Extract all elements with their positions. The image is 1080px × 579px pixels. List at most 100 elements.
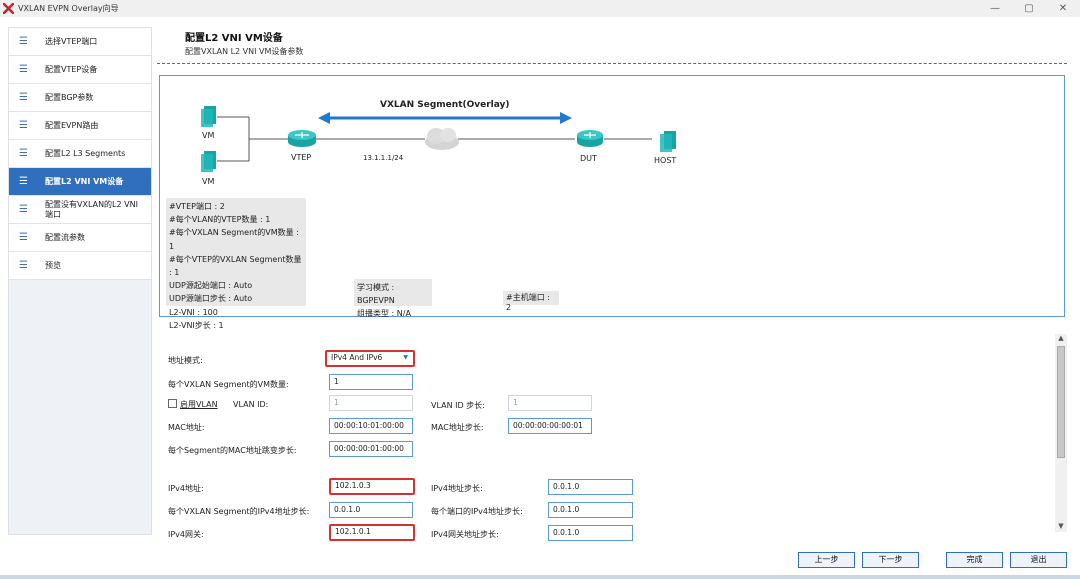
info-line: L2-VNI : 100 xyxy=(169,307,218,317)
gateway-label: IPv4网关: xyxy=(168,530,204,539)
close-button[interactable]: ✕ xyxy=(1046,0,1080,17)
list-icon: ☰ xyxy=(19,36,28,47)
gateway-field[interactable]: 102.1.0.1 xyxy=(329,524,415,541)
port-ipv4-step-label: 每个端口的IPv4地址步长: xyxy=(431,507,523,516)
step-label: 配置VTEP设备 xyxy=(45,64,98,74)
step-label: 配置L2 VNI VM设备 xyxy=(45,176,124,186)
info-line: L2-VNI步长 : 1 xyxy=(169,320,224,330)
list-icon: ☰ xyxy=(19,176,28,187)
page-subtitle: 配置VXLAN L2 VNI VM设备参数 xyxy=(185,47,304,56)
list-icon: ☰ xyxy=(19,92,28,103)
step-label: 配置流参数 xyxy=(45,232,85,242)
mac-step-field[interactable]: 00:00:00:00:00:01 xyxy=(508,418,592,434)
enable-vlan-checkbox[interactable] xyxy=(168,399,177,408)
vtep-router-icon xyxy=(288,130,316,147)
prev-button[interactable]: 上一步 xyxy=(798,552,855,568)
seg-mac-step-label: 每个Segment的MAC地址跳变步长: xyxy=(168,446,297,455)
seg-mac-step-field[interactable]: 00:00:00:01:00:00 xyxy=(329,441,413,457)
step-label: 配置BGP参数 xyxy=(45,92,94,102)
app-logo-icon xyxy=(2,2,15,15)
step-config-evpn-routes[interactable]: ☰ 配置EVPN路由 xyxy=(9,112,151,140)
step-label: 选择VTEP端口 xyxy=(45,36,98,46)
list-icon: ☰ xyxy=(19,232,28,243)
host-ports: #主机端口 : 2 xyxy=(506,293,550,312)
host-label: HOST xyxy=(654,156,677,165)
step-config-l2-l3-segments[interactable]: ☰ 配置L2 L3 Segments xyxy=(9,140,151,168)
address-mode-select[interactable]: IPv4 And IPv6 ▼ xyxy=(325,350,415,367)
step-config-l2-vni-vm[interactable]: ☰ 配置L2 VNI VM设备 xyxy=(9,168,151,196)
link-ip-label: 13.1.1.1/24 xyxy=(363,154,404,162)
list-icon: ☰ xyxy=(19,64,28,75)
form-scrollbar[interactable]: ▲ ▼ xyxy=(1055,334,1067,532)
window-title: VXLAN EVPN Overlay向导 xyxy=(18,4,119,13)
step-config-stream[interactable]: ☰ 配置流参数 xyxy=(9,224,151,252)
dut-router-icon xyxy=(577,130,603,147)
gateway-step-label: IPv4网关地址步长: xyxy=(431,530,499,539)
learning-info-box: 学习模式 : BGPEVPN 组播类型 : N/A xyxy=(354,279,432,318)
divider xyxy=(157,63,1067,64)
seg-ipv4-step-label: 每个VXLAN Segment的IPv4地址步长: xyxy=(168,507,310,516)
info-line: UDP源端口步长 : Auto xyxy=(169,294,253,304)
step-label: 预览 xyxy=(45,260,61,270)
mac-step-label: MAC地址步长: xyxy=(431,423,484,432)
step-select-vtep-ports[interactable]: ☰ 选择VTEP端口 xyxy=(9,28,151,56)
wizard-window: ☰ 选择VTEP端口 ☰ 配置VTEP设备 ☰ 配置BGP参数 ☰ 配置EVPN… xyxy=(0,17,1080,579)
step-label: 配置EVPN路由 xyxy=(45,120,99,130)
list-icon: ☰ xyxy=(19,120,28,131)
vm-label: VM xyxy=(202,177,215,186)
mac-field[interactable]: 00:00:10:01:00:00 xyxy=(329,418,413,434)
step-config-vtep-device[interactable]: ☰ 配置VTEP设备 xyxy=(9,56,151,84)
info-line: UDP源起始端口 : Auto xyxy=(169,281,253,291)
step-label: 配置没有VXLAN的L2 VNI端口 xyxy=(45,199,138,219)
content-panel: 配置L2 VNI VM设备 配置VXLAN L2 VNI VM设备参数 VXLA… xyxy=(157,27,1072,541)
ipv4-field[interactable]: 102.1.0.3 xyxy=(329,478,415,495)
port-ipv4-step-field[interactable]: 0.0.1.0 xyxy=(548,502,633,518)
vlan-step-label: VLAN ID 步长: xyxy=(431,401,485,410)
seg-ipv4-step-field[interactable]: 0.0.1.0 xyxy=(329,502,413,518)
vlan-id-label: VLAN ID: xyxy=(233,400,269,409)
host-server-icon xyxy=(660,131,676,152)
ipv4-label: IPv4地址: xyxy=(168,484,204,493)
scroll-up-arrow-icon[interactable]: ▲ xyxy=(1055,334,1067,344)
dut-label: DUT xyxy=(580,154,597,163)
vlan-step-field[interactable]: 1 xyxy=(508,395,592,411)
list-icon: ☰ xyxy=(19,204,28,215)
page-title: 配置L2 VNI VM设备 xyxy=(185,33,283,44)
minimize-button[interactable]: — xyxy=(978,0,1012,17)
vm-count-field[interactable]: 1 xyxy=(329,374,413,390)
scrollbar-thumb[interactable] xyxy=(1057,346,1065,458)
info-line: #每个VXLAN Segment的VM数量 : 1 xyxy=(169,228,299,251)
next-button[interactable]: 下一步 xyxy=(862,552,919,568)
mac-label: MAC地址: xyxy=(168,423,205,432)
host-ports-box: #主机端口 : 2 xyxy=(503,291,559,312)
vtep-label: VTEP xyxy=(291,153,312,162)
vm-settings-form: 地址模式: IPv4 And IPv6 ▼ 每个VXLAN Segment的VM… xyxy=(157,332,1057,541)
vm-server-icon xyxy=(201,151,216,172)
multicast-type: 组播类型 : N/A xyxy=(357,309,411,319)
cloud-icon xyxy=(425,128,459,150)
exit-button[interactable]: 退出 xyxy=(1010,552,1067,568)
taskbar-strip xyxy=(0,575,1080,579)
address-mode-value: IPv4 And IPv6 xyxy=(331,353,383,362)
vm-label: VM xyxy=(202,131,215,140)
enable-vlan-label: 启用VLAN xyxy=(180,400,218,409)
step-config-bgp[interactable]: ☰ 配置BGP参数 xyxy=(9,84,151,112)
info-line: #每个VTEP的VXLAN Segment数量 : 1 xyxy=(169,254,302,278)
topology-diagram: VXLAN Segment(Overlay) VM VM VTEP 13.1.1… xyxy=(159,75,1065,330)
ipv4-step-field[interactable]: 0.0.1.0 xyxy=(548,479,633,495)
list-icon: ☰ xyxy=(19,148,28,159)
gateway-step-field[interactable]: 0.0.1.0 xyxy=(548,525,633,541)
scroll-down-arrow-icon[interactable]: ▼ xyxy=(1055,522,1067,532)
maximize-button[interactable]: ▢ xyxy=(1012,0,1046,17)
step-config-l2-vni-ports[interactable]: ☰ 配置没有VXLAN的L2 VNI端口 xyxy=(9,196,151,224)
window-titlebar: VXLAN EVPN Overlay向导 — ▢ ✕ xyxy=(0,0,1080,17)
finish-button[interactable]: 完成 xyxy=(946,552,1003,568)
info-line: #每个VLAN的VTEP数量 : 1 xyxy=(169,215,271,225)
vlan-id-field[interactable]: 1 xyxy=(329,395,413,411)
info-line: #VTEP端口 : 2 xyxy=(169,202,225,211)
step-preview[interactable]: ☰ 预览 xyxy=(9,252,151,280)
address-mode-label: 地址模式: xyxy=(168,356,203,365)
wizard-steps-sidebar: ☰ 选择VTEP端口 ☰ 配置VTEP设备 ☰ 配置BGP参数 ☰ 配置EVPN… xyxy=(8,27,152,535)
vtep-info-box: #VTEP端口 : 2 #每个VLAN的VTEP数量 : 1 #每个VXLAN … xyxy=(166,198,306,330)
vm-server-icon xyxy=(201,106,216,127)
